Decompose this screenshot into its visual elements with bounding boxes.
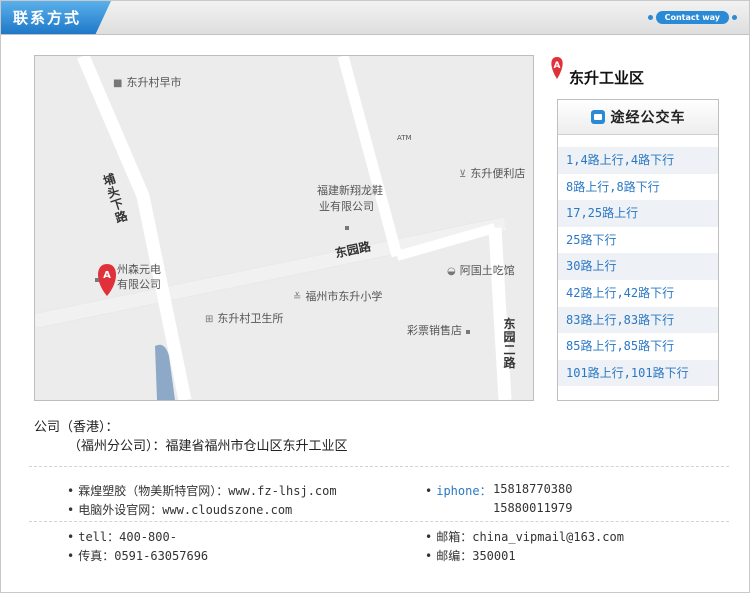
atm-icon[interactable]: ATM: [397, 131, 412, 145]
bus-route-item[interactable]: 85路上行,85路下行: [558, 333, 718, 360]
bus-route-item[interactable]: 30路上行: [558, 253, 718, 280]
contact-way-label: Contact way: [655, 11, 729, 24]
bus-panel-title: 途经公交车: [610, 110, 686, 126]
poi-xinxianglong-line1[interactable]: 福建新翔龙鞋: [317, 184, 383, 198]
section-header: 联系方式 Contact way: [1, 1, 749, 35]
bowl-icon: ◒: [447, 266, 456, 277]
map-pin-icon: A: [551, 57, 563, 79]
contact-way-badge: Contact way: [647, 11, 737, 24]
poi-aguo[interactable]: ◒ 阿国土吃馆: [447, 264, 515, 279]
bus-route-item[interactable]: 25路下行: [558, 227, 718, 254]
bus-panel-header: 途经公交车: [558, 100, 718, 135]
poi-dongsheng-store[interactable]: ⊻ 东升便利店: [459, 167, 525, 182]
poi-school[interactable]: ≚ 福州市东升小学: [293, 290, 382, 305]
clinic-icon: ⊞: [205, 314, 214, 325]
divider: [29, 466, 729, 467]
bag-icon: ■: [113, 78, 123, 89]
poi-senyuan-line2[interactable]: 有限公司: [117, 278, 161, 292]
poi-clinic[interactable]: ⊞ 东升村卫生所: [205, 312, 283, 327]
svg-text:A: A: [103, 270, 111, 281]
bus-route-item[interactable]: 83路上行,83路下行: [558, 306, 718, 334]
contact-page: 联系方式 Contact way A ■ 东升村早市 ATM ⊻ 东升便利店 福…: [0, 0, 750, 593]
tell: • tell：400-800-: [67, 530, 177, 544]
iphone-number-2: 15880011979: [493, 501, 573, 515]
fax: • 传真：0591-63057696: [67, 549, 209, 563]
bus-route-list: 1,4路上行,4路下行 8路上行,8路下行 17,25路上行 25路下行 30路…: [558, 147, 718, 387]
school-icon: ≚: [293, 292, 302, 303]
bus-route-item[interactable]: 101路上行,101路下行: [558, 359, 718, 387]
dot-icon: [732, 15, 737, 20]
bus-route-item[interactable]: 1,4路上行,4路下行: [558, 147, 718, 174]
website-2: • 电脑外设官网：www.cloudszone.com: [67, 503, 293, 517]
poi-dongsheng-market[interactable]: ■ 东升村早市: [113, 76, 181, 91]
location-map[interactable]: A ■ 东升村早市 ATM ⊻ 东升便利店 福建新翔龙鞋 业有限公司 州森元电 有限…: [34, 55, 534, 401]
svg-text:A: A: [554, 61, 561, 71]
poi-lottery[interactable]: 彩票销售店: [407, 324, 470, 338]
address-hk: 公司（香港）：: [34, 420, 119, 435]
title-tab: 联系方式: [1, 1, 111, 34]
bus-icon: [590, 110, 605, 124]
website-1: • 霖煌塑胶（物美斯特官网）：www.fz-lhsj.com: [67, 484, 337, 498]
email: • 邮箱：china_vipmail@163.com: [425, 530, 624, 544]
bus-route-item[interactable]: 8路上行,8路下行: [558, 174, 718, 201]
poi-senyuan-line1[interactable]: 州森元电: [117, 263, 161, 277]
address-fuzhou: （福州分公司）：福建省福州市仓山区东升工业区: [68, 439, 348, 454]
section-title: 联系方式: [13, 9, 82, 27]
divider: [29, 521, 729, 522]
bus-panel: 途经公交车 1,4路上行,4路下行 8路上行,8路下行 17,25路上行 25路…: [557, 99, 719, 401]
poi-senyuan-marker: [95, 272, 99, 286]
poi-xinxianglong-line2[interactable]: 业有限公司: [319, 200, 374, 214]
iphone-number-1: 15818770380: [493, 482, 573, 496]
road-dongyuan2: 东园二路: [503, 317, 516, 370]
cart-icon: ⊻: [459, 169, 467, 180]
map-roads: A: [35, 56, 512, 400]
iphone-label: • iphone：: [425, 484, 492, 498]
bus-route-item[interactable]: 17,25路上行: [558, 200, 718, 227]
bus-route-item[interactable]: 42路上行,42路下行: [558, 280, 718, 307]
poi-marker: [345, 220, 349, 234]
location-name: 东升工业区: [569, 69, 645, 87]
postcode: • 邮编：350001: [425, 549, 516, 563]
dot-icon: [647, 15, 653, 20]
